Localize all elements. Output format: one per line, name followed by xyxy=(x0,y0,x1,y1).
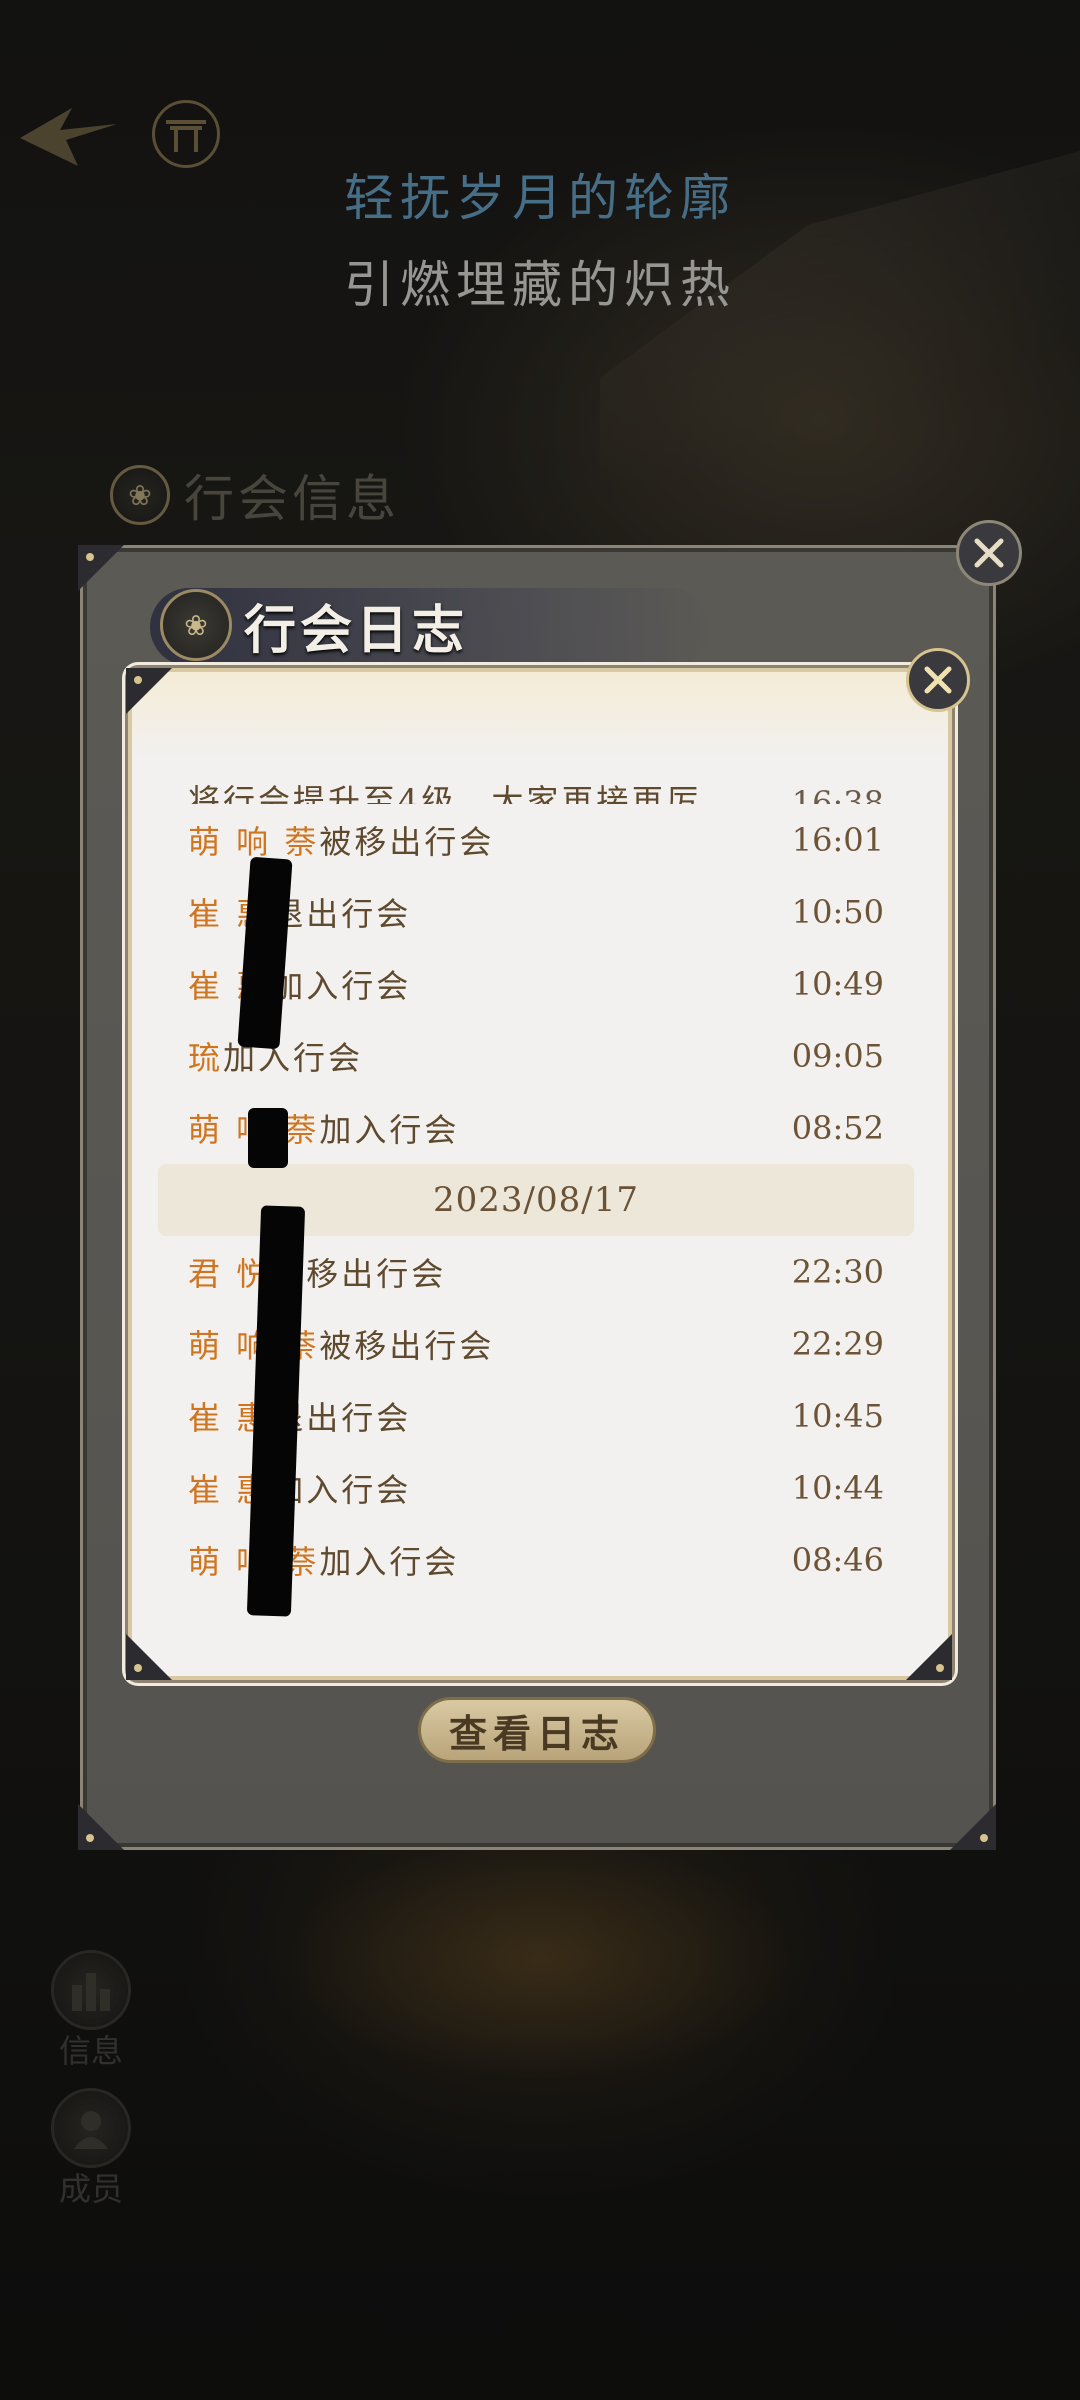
log-entry: 萌 响 萘被移出行会 16:01 xyxy=(188,804,884,876)
guild-emblem-icon: ❀ xyxy=(160,589,232,661)
log-time: 22:30 xyxy=(791,1253,884,1291)
log-action: 被移出行会 xyxy=(319,1327,495,1365)
view-log-button[interactable]: 查看日志 xyxy=(418,1697,656,1763)
log-action: 加入行会 xyxy=(319,1111,460,1149)
log-time: 08:46 xyxy=(791,1541,884,1579)
log-time: 09:05 xyxy=(791,1037,884,1075)
log-action: 退出行会 xyxy=(271,895,412,933)
guild-log-title: 行会日志 xyxy=(244,599,469,661)
log-entry: 萌 响 萘加入行会 08:52 xyxy=(188,1092,884,1164)
gold-ribbon-decoration xyxy=(132,672,948,762)
corner-ornament-icon xyxy=(126,668,172,714)
close-log-button[interactable] xyxy=(906,648,970,712)
close-icon xyxy=(924,666,952,694)
log-action: 加入行会 xyxy=(271,967,412,1005)
log-action: 被移出行会 xyxy=(319,823,495,861)
log-time: 16:01 xyxy=(791,821,884,859)
close-guild-info-button[interactable] xyxy=(956,520,1022,586)
close-icon xyxy=(974,538,1004,568)
corner-ornament-icon xyxy=(78,545,124,591)
redaction-mark xyxy=(248,1108,288,1168)
log-time: 10:50 xyxy=(791,893,884,931)
log-time: 08:52 xyxy=(791,1109,884,1147)
corner-ornament-icon xyxy=(126,1634,172,1680)
guild-log-header: ❀ 行会日志 xyxy=(160,580,468,670)
log-time: 10:49 xyxy=(791,965,884,1003)
corner-ornament-icon xyxy=(78,1804,124,1850)
log-entry: 崔 惠退出行会 10:50 xyxy=(188,876,884,948)
corner-ornament-icon xyxy=(950,1804,996,1850)
log-entry: 琉加入行会 09:05 xyxy=(188,1020,884,1092)
member-name[interactable]: 萌 响 萘 xyxy=(188,817,319,863)
corner-ornament-icon xyxy=(906,1634,952,1680)
log-time: 10:45 xyxy=(791,1397,884,1435)
log-entry: 将行会提升至4级，大家再接再厉 16:38 xyxy=(188,764,884,804)
log-entry: 崔 惠加入行会 10:49 xyxy=(188,948,884,1020)
log-time: 10:44 xyxy=(791,1469,884,1507)
member-name[interactable]: 琉 xyxy=(188,1033,223,1079)
log-time: 16:38 xyxy=(791,784,884,804)
log-action: 加入行会 xyxy=(319,1543,460,1581)
log-time: 22:29 xyxy=(791,1325,884,1363)
